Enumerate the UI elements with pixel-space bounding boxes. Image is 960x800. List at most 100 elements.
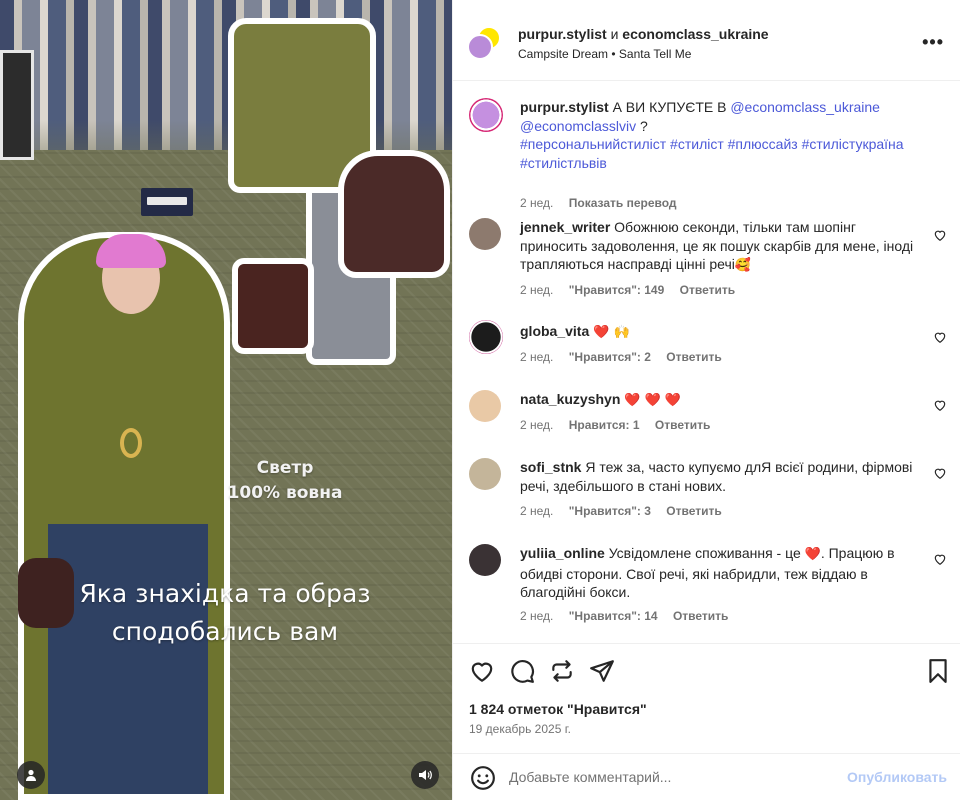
comment-time[interactable]: 2 нед. [520, 350, 553, 364]
more-options-button[interactable]: ••• [922, 32, 944, 53]
hanging-band [0, 50, 34, 160]
like-comment-heart-icon[interactable] [933, 228, 947, 242]
comment-meta: 2 нед. "Нравится": 3 Ответить [520, 504, 734, 518]
reply-button[interactable]: Ответить [666, 504, 721, 518]
boots-cutout [232, 258, 314, 354]
like-comment-heart-icon[interactable] [933, 398, 947, 412]
comment-text: yuliia_online Усвідомлене споживання - ц… [520, 544, 920, 602]
mention-economclasslviv[interactable]: @economclasslviv [520, 118, 636, 134]
question-line2: сподобались вам [111, 617, 339, 646]
comment-text: globa_vita ❤️ 🙌 [520, 322, 920, 343]
comment-item: globa_vita ❤️ 🙌 2 нед. "Нравится": 2 Отв… [469, 320, 947, 372]
comment-username[interactable]: globa_vita [520, 323, 589, 339]
comment-item: sofi_stnk Я теж за, часто купуємо длЯ вс… [469, 458, 947, 528]
pendant-necklace [120, 428, 142, 458]
comment-text: jennek_writer Обожнюю секонди, тільки та… [520, 218, 920, 276]
heart-icon[interactable] [469, 658, 495, 684]
speaker-icon [419, 770, 432, 780]
comment-item: jennek_writer Обожнюю секонди, тільки та… [469, 218, 947, 303]
comment-time[interactable]: 2 нед. [520, 283, 553, 297]
comment-text: sofi_stnk Я теж за, часто купуємо длЯ вс… [520, 458, 920, 495]
collab-avatars[interactable] [467, 26, 501, 62]
comment-time[interactable]: 2 нед. [520, 418, 553, 432]
comment-icon[interactable] [509, 658, 535, 684]
comment-meta: 2 нед. "Нравится": 2 Ответить [520, 350, 734, 364]
comment-meta: 2 нед. "Нравится": 14 Ответить [520, 609, 740, 623]
smiley-icon[interactable] [470, 765, 496, 791]
sweater-label-overlay: Светр 100% вовна [205, 456, 365, 506]
question-line1: Яка знахідка та образ [79, 579, 371, 608]
comment-meta: 2 нед. Нравится: 1 Ответить [520, 418, 722, 432]
commenter-avatar[interactable] [469, 390, 501, 422]
translate-link[interactable]: Показать перевод [569, 196, 677, 210]
comment-input[interactable] [509, 764, 839, 790]
comment-likes[interactable]: "Нравится": 2 [569, 350, 651, 364]
post-header: purpur.stylist и economclass_ukraine Cam… [453, 0, 960, 81]
like-comment-heart-icon[interactable] [933, 552, 947, 566]
likes-count[interactable]: 1 824 отметок "Нравится" [469, 701, 647, 717]
comment-time[interactable]: 2 нед. [520, 504, 553, 518]
share-icon[interactable] [589, 658, 615, 684]
caption-body: А ВИ КУПУЄТЕ В [612, 99, 727, 115]
person-pink-hair [96, 234, 166, 268]
comments-list[interactable]: purpur.stylist А ВИ КУПУЄТЕ В @economcla… [453, 82, 960, 642]
comment-likes[interactable]: Нравится: 1 [569, 418, 640, 432]
repost-icon[interactable] [549, 658, 575, 684]
sweater-label-tag [141, 188, 193, 216]
avatar-purpur-stylist[interactable] [467, 34, 493, 60]
comment-likes[interactable]: "Нравится": 3 [569, 504, 651, 518]
mention-economclass-ukraine[interactable]: @economclass_ukraine [730, 99, 880, 115]
comment-meta: 2 нед. "Нравится": 149 Ответить [520, 283, 747, 297]
caption-text: purpur.stylist А ВИ КУПУЄТЕ В @economcla… [520, 98, 915, 172]
comment-body: Усвідомлене споживання - це [608, 545, 801, 561]
caption-user[interactable]: purpur.stylist [520, 99, 609, 115]
commenter-avatar[interactable] [469, 544, 501, 576]
question-overlay: Яка знахідка та образ сподобались вам [40, 575, 410, 651]
comment-emoji: 🥰 [734, 258, 752, 273]
like-comment-heart-icon[interactable] [933, 330, 947, 344]
comment-item: nata_kuzyshyn ❤️ ❤️ ❤️ 2 нед. Нравится: … [469, 390, 947, 440]
header-joiner: и [610, 26, 619, 42]
caption-hashtags[interactable]: #персональнийстиліст #стиліст #плюссайз … [520, 136, 904, 171]
stylist-photo-cutout [18, 232, 230, 800]
sweater-label-line2: 100% вовна [227, 483, 343, 503]
comment-text: nata_kuzyshyn ❤️ ❤️ ❤️ [520, 390, 920, 411]
comment-composer: Опубликовать [453, 753, 960, 800]
header-user1[interactable]: purpur.stylist [518, 26, 607, 42]
post-media[interactable]: Светр 100% вовна Яка знахідка та образ с… [0, 0, 452, 800]
comment-item: yuliia_online Усвідомлене споживання - ц… [469, 544, 947, 629]
comment-emoji: ❤️ [804, 547, 821, 562]
comment-username[interactable]: jennek_writer [520, 219, 610, 235]
comment-time[interactable]: 2 нед. [520, 609, 553, 623]
reply-button[interactable]: Ответить [655, 418, 710, 432]
reply-button[interactable]: Ответить [666, 350, 721, 364]
caption-avatar[interactable] [469, 98, 503, 132]
post-actions: 1 824 отметок "Нравится" 19 декабрь 2025… [453, 643, 960, 753]
sound-toggle-button[interactable] [411, 761, 439, 789]
comment-username[interactable]: yuliia_online [520, 545, 605, 561]
caption-end: ? [640, 117, 648, 134]
comment-likes[interactable]: "Нравится": 149 [569, 283, 665, 297]
tagged-users-button[interactable] [17, 761, 45, 789]
post-details-panel: purpur.stylist и economclass_ukraine Cam… [452, 0, 960, 800]
handbag-cutout [338, 150, 450, 278]
header-user2[interactable]: economclass_ukraine [622, 26, 768, 42]
header-title: purpur.stylist и economclass_ukraine [518, 26, 769, 42]
sweater-label-line1: Светр [256, 458, 314, 478]
person-jeans [48, 524, 208, 794]
comment-username[interactable]: nata_kuzyshyn [520, 391, 620, 407]
publish-button[interactable]: Опубликовать [847, 769, 947, 785]
bookmark-icon[interactable] [925, 658, 951, 684]
comment-username[interactable]: sofi_stnk [520, 459, 581, 475]
commenter-avatar[interactable] [469, 458, 501, 490]
audio-track[interactable]: Campsite Dream • Santa Tell Me [518, 47, 691, 61]
like-comment-heart-icon[interactable] [933, 466, 947, 480]
caption-time[interactable]: 2 нед. [520, 196, 553, 210]
reply-button[interactable]: Ответить [680, 283, 735, 297]
comment-emoji: ❤️ 🙌 [593, 325, 630, 340]
caption-meta: 2 нед. Показать перевод [520, 196, 689, 210]
comment-likes[interactable]: "Нравится": 14 [569, 609, 658, 623]
commenter-avatar[interactable] [469, 218, 501, 250]
reply-button[interactable]: Ответить [673, 609, 728, 623]
commenter-avatar[interactable] [469, 320, 503, 354]
